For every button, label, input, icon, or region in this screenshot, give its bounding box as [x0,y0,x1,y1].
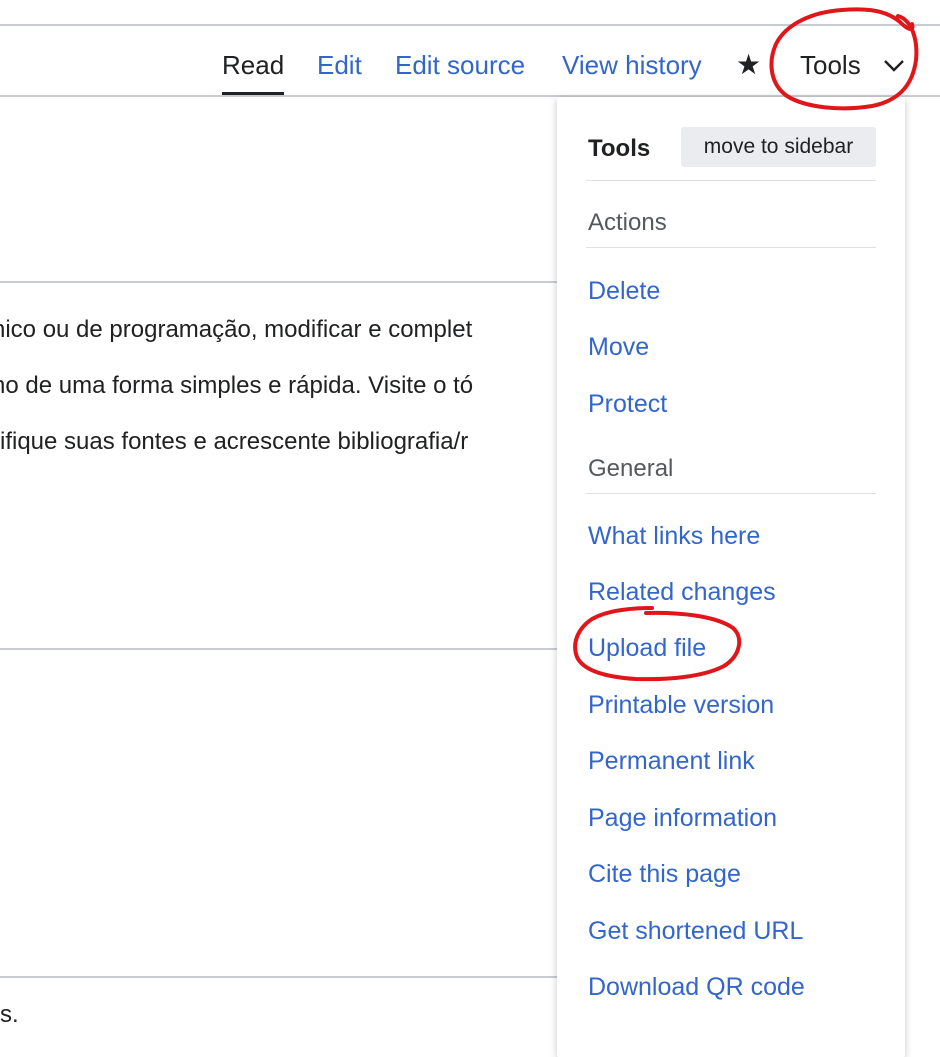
menu-item-page-information[interactable]: Page information [588,804,777,833]
page-tabs: Read Edit Edit source View history [0,48,940,96]
menu-item-delete[interactable]: Delete [588,277,660,306]
tab-read[interactable]: Read [222,48,285,96]
tools-menu-title: Tools [588,135,651,162]
tab-edit-source[interactable]: Edit source [395,48,525,82]
menu-divider [586,180,876,181]
article-notice: nico ou de programação, modificar e comp… [0,302,560,470]
star-icon[interactable]: ★ [736,48,761,82]
chevron-down-icon[interactable] [882,58,906,74]
tab-view-history[interactable]: View history [562,48,702,82]
notice-line: rifique suas fontes e acrescente bibliog… [0,428,469,455]
menu-item-related-changes[interactable]: Related changes [588,578,776,607]
tools-menu: Tools move to sidebar Actions Delete Mov… [557,97,905,1057]
tools-dropdown[interactable]: Tools [800,48,861,82]
move-to-sidebar-button[interactable]: move to sidebar [681,127,876,167]
menu-item-cite-this-page[interactable]: Cite this page [588,860,741,889]
tab-edit[interactable]: Edit [317,48,362,82]
content-divider [0,648,560,650]
menu-divider [586,493,876,494]
top-divider [0,24,940,26]
notice-line: nico ou de programação, modificar e comp… [0,316,473,343]
menu-item-upload-file[interactable]: Upload file [588,634,706,663]
menu-divider [586,247,876,248]
footer-text: s. [0,1001,19,1028]
menu-item-move[interactable]: Move [588,333,649,362]
menu-item-protect[interactable]: Protect [588,390,667,419]
menu-item-what-links-here[interactable]: What links here [588,522,760,551]
notice-line: no de uma forma simples e rápida. Visite… [0,372,474,399]
general-heading: General [588,455,674,482]
menu-item-printable-version[interactable]: Printable version [588,691,774,720]
content-divider [0,976,560,978]
menu-item-permanent-link[interactable]: Permanent link [588,747,755,776]
actions-heading: Actions [588,209,667,236]
content-divider [0,281,560,283]
menu-item-download-qr-code[interactable]: Download QR code [588,973,805,1002]
menu-item-get-shortened-url[interactable]: Get shortened URL [588,917,803,946]
